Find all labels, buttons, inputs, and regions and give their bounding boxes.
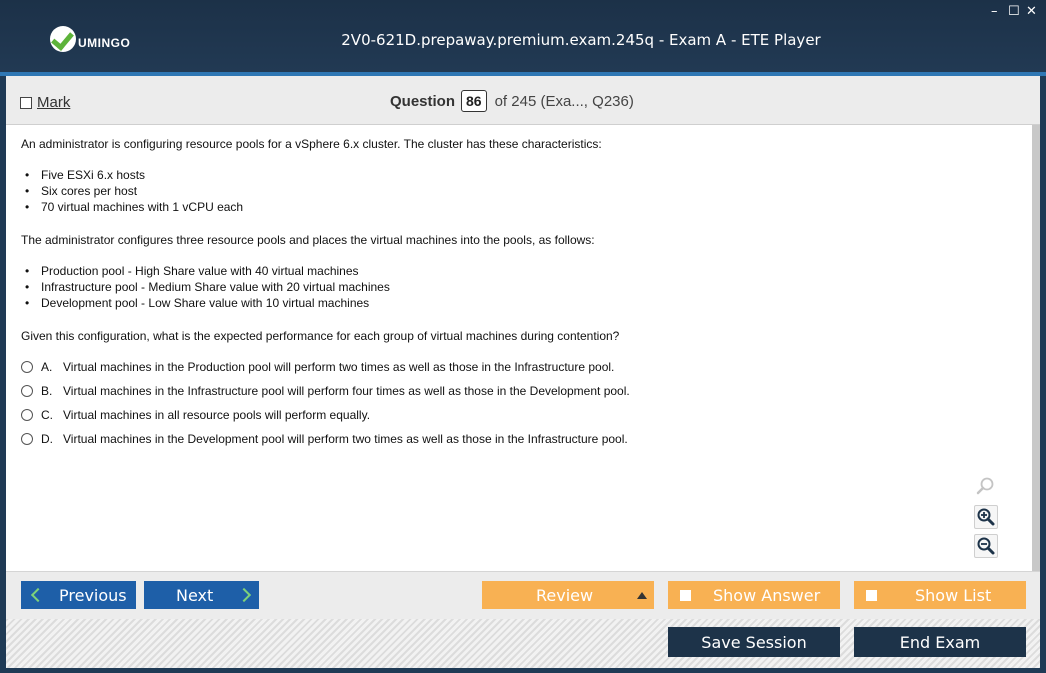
option-text: Virtual machines in the Production pool … [63,360,615,374]
characteristics-list: Five ESXi 6.x hosts Six cores per host 7… [21,167,243,215]
question-label: Question [390,92,456,110]
option-text: Virtual machines in all resource pools w… [63,408,371,422]
list-item: Development pool - Low Share value with … [21,295,390,311]
config-intro: The administrator configures three resou… [21,233,595,247]
list-item: Production pool - High Share value with … [21,263,390,279]
show-answer-label: Show Answer [713,585,821,605]
close-icon[interactable]: ✕ [1026,5,1037,19]
question-of-total: of 245 (Exa..., Q236) [494,92,634,110]
previous-button[interactable]: Previous [21,581,136,609]
next-label: Next [176,585,214,605]
end-exam-button[interactable]: End Exam [854,627,1026,657]
mark-label: Mark [37,94,71,111]
session-bar: Save Session End Exam [6,619,1040,668]
radio-button[interactable] [21,385,33,397]
save-session-button[interactable]: Save Session [668,627,840,657]
chevron-right-icon [237,587,252,603]
review-button[interactable]: Review [482,581,654,609]
option-text: Virtual machines in the Infrastructure p… [63,384,630,398]
show-list-label: Show List [915,585,992,605]
show-list-button[interactable]: Show List [854,581,1026,609]
option-letter: C. [41,408,53,422]
answer-option-c[interactable]: C. Virtual machines in all resource pool… [21,407,370,423]
maximize-icon[interactable]: ☐ [1008,5,1020,19]
question-content: An administrator is configuring resource… [6,125,1032,571]
question-number-input[interactable]: 86 [461,90,487,112]
previous-label: Previous [59,585,127,605]
window-title: 2V0-621D.prepaway.premium.exam.245q - Ex… [341,31,821,49]
list-item: Six cores per host [21,183,243,199]
title-bar: UMINGO 2V0-621D.prepaway.premium.exam.24… [0,0,1046,76]
show-answer-button[interactable]: Show Answer [668,581,840,609]
minimize-icon[interactable]: – [991,5,998,19]
mark-checkbox[interactable]: Mark [20,94,70,111]
question-prompt: Given this configuration, what is the ex… [21,329,620,343]
next-button[interactable]: Next [144,581,259,609]
question-counter: Question 86 of 245 (Exa..., Q236) [390,90,634,112]
magnifier-icon[interactable] [974,474,998,498]
radio-button[interactable] [21,433,33,445]
question-intro: An administrator is configuring resource… [21,137,602,151]
question-header: Mark Question 86 of 245 (Exa..., Q236) [6,76,1040,125]
mark-checkbox-box[interactable] [20,96,32,109]
zoom-out-icon[interactable] [974,534,998,558]
caret-up-icon[interactable] [637,591,648,599]
list-item: Infrastructure pool - Medium Share value… [21,279,390,295]
show-answer-checkbox[interactable] [680,589,691,601]
option-text: Virtual machines in the Development pool… [63,432,628,446]
option-letter: A. [41,360,53,374]
content-scrollbar[interactable] [1032,125,1040,571]
list-item: 70 virtual machines with 1 vCPU each [21,199,243,215]
option-letter: B. [41,384,53,398]
radio-button[interactable] [21,361,33,373]
navigation-bar: Previous Next Review Show Answer Show Li… [6,571,1040,619]
answer-option-b[interactable]: B. Virtual machines in the Infrastructur… [21,383,630,399]
chevron-left-icon [30,587,46,603]
radio-button[interactable] [21,409,33,421]
show-list-checkbox[interactable] [866,589,877,601]
pools-list: Production pool - High Share value with … [21,263,390,311]
list-item: Five ESXi 6.x hosts [21,167,243,183]
answer-option-d[interactable]: D. Virtual machines in the Development p… [21,431,628,447]
review-label: Review [536,585,594,605]
answer-option-a[interactable]: A. Virtual machines in the Production po… [21,359,614,375]
option-letter: D. [41,432,53,446]
zoom-in-icon[interactable] [974,505,998,529]
